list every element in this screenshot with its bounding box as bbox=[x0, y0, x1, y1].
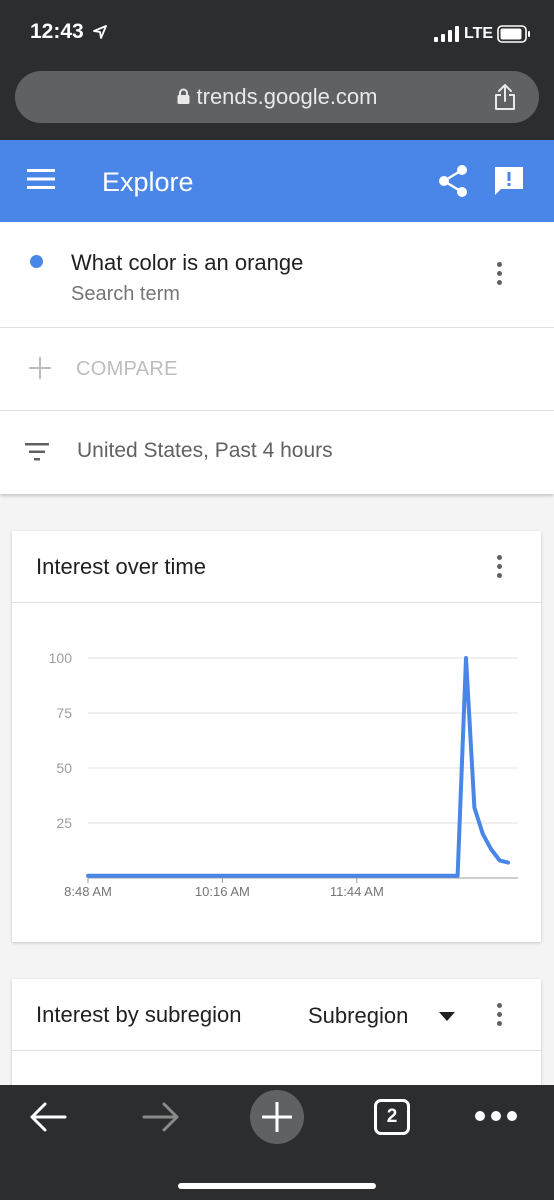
tab-switcher-button[interactable]: 2 bbox=[374, 1099, 410, 1135]
plus-icon bbox=[262, 1102, 292, 1132]
status-time: 12:43 bbox=[30, 20, 84, 43]
home-indicator bbox=[178, 1183, 376, 1189]
chart-x-tick-label: 8:48 AM bbox=[64, 884, 112, 899]
lock-icon bbox=[177, 88, 189, 104]
more-options-icon[interactable] bbox=[497, 262, 503, 289]
page-title: Explore bbox=[102, 167, 194, 197]
share-icon[interactable] bbox=[437, 164, 469, 198]
signal-strength-icon bbox=[434, 26, 459, 42]
location-arrow-icon bbox=[93, 25, 107, 39]
search-term-panel: What color is an orange Search term COMP… bbox=[0, 222, 554, 494]
subregion-dropdown[interactable]: Subregion bbox=[308, 1003, 408, 1029]
chart-x-tick-label: 10:16 AM bbox=[195, 884, 250, 899]
card-header: Interest by subregion Subregion bbox=[12, 979, 541, 1051]
browser-bottom-toolbar: 2 bbox=[0, 1085, 554, 1200]
search-term-row[interactable]: What color is an orange Search term bbox=[0, 222, 554, 328]
chart-y-tick-label: 100 bbox=[49, 650, 73, 666]
chart-x-tick-label: 11:44 AM bbox=[330, 884, 384, 899]
filter-icon bbox=[25, 443, 49, 461]
card-more-options-icon[interactable] bbox=[497, 555, 503, 582]
forward-arrow-icon[interactable] bbox=[142, 1101, 180, 1133]
address-bar[interactable]: trends.google.com bbox=[15, 71, 539, 123]
plus-icon bbox=[29, 357, 51, 379]
interest-over-time-card: Interest over time 25 50 75 100 8:48 AM 10:16… bbox=[12, 531, 541, 942]
compare-row[interactable]: COMPARE bbox=[0, 328, 554, 411]
browser-top-bar: 12:43 LTE trends.google.com bbox=[0, 0, 554, 140]
feedback-icon[interactable] bbox=[492, 164, 526, 198]
card-title: Interest by subregion bbox=[36, 1002, 242, 1027]
url-text: trends.google.com bbox=[196, 84, 378, 109]
menu-icon[interactable] bbox=[27, 168, 55, 190]
more-menu-icon[interactable] bbox=[475, 1111, 517, 1121]
search-term-subtitle: Search term bbox=[71, 283, 180, 305]
battery-icon bbox=[497, 25, 530, 43]
card-header: Interest over time bbox=[12, 531, 541, 603]
interest-line-chart: 25 50 75 100 8:48 AM 10:16 AM 11:44 AM bbox=[49, 650, 518, 899]
filter-row[interactable]: United States, Past 4 hours bbox=[0, 411, 554, 494]
filter-summary: United States, Past 4 hours bbox=[77, 439, 333, 462]
network-type: LTE bbox=[464, 25, 494, 42]
chart-y-tick-label: 75 bbox=[56, 705, 72, 721]
back-arrow-icon[interactable] bbox=[29, 1101, 67, 1133]
chart-y-tick-label: 50 bbox=[56, 760, 72, 776]
new-tab-button[interactable] bbox=[250, 1090, 304, 1144]
url-display[interactable]: trends.google.com bbox=[15, 84, 539, 110]
compare-button[interactable]: COMPARE bbox=[76, 358, 178, 381]
card-title: Interest over time bbox=[36, 554, 206, 579]
search-term-title: What color is an orange bbox=[71, 250, 304, 275]
app-header: Explore bbox=[0, 140, 554, 222]
share-sheet-icon[interactable] bbox=[493, 83, 517, 111]
chart-y-tick-label: 25 bbox=[56, 815, 72, 831]
series-color-dot bbox=[30, 255, 43, 268]
chevron-down-icon[interactable] bbox=[439, 1012, 455, 1021]
card-more-options-icon[interactable] bbox=[497, 1003, 503, 1030]
page: 12:43 LTE trends.google.com Explore What… bbox=[0, 0, 554, 1200]
chart-series-line bbox=[86, 656, 510, 878]
